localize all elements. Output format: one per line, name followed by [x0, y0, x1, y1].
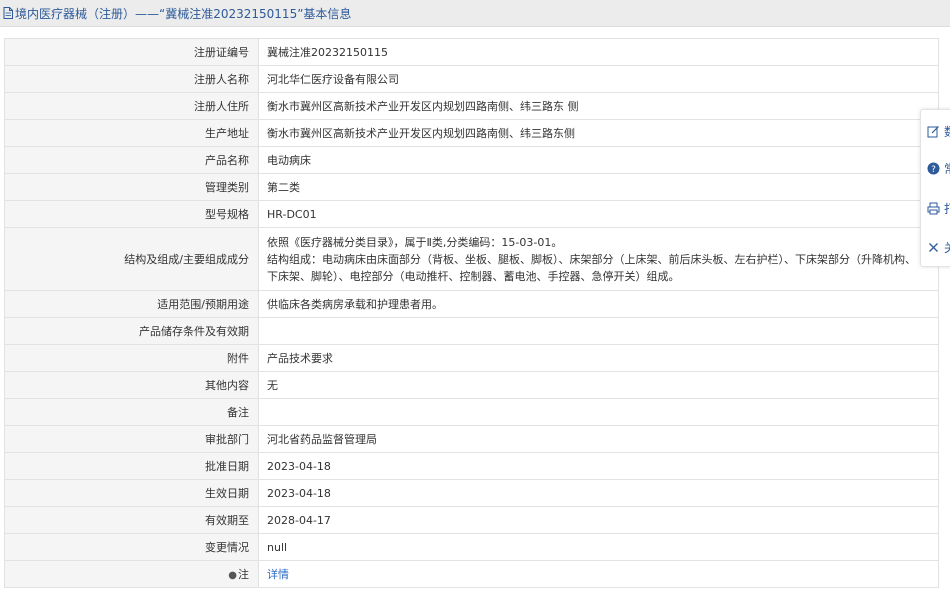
- field-value: [258, 398, 939, 426]
- structure-classification-text: 依照《医疗器械分类目录》，属于Ⅱ类,分类编码：15-03-01。: [267, 235, 563, 249]
- table-row: 附件 产品技术要求: [4, 344, 939, 372]
- field-label: 审批部门: [4, 425, 259, 453]
- field-value: null: [258, 533, 939, 561]
- float-item-help[interactable]: ? 常: [927, 158, 950, 178]
- float-item-label: 关: [944, 239, 950, 256]
- float-item-data[interactable]: 数: [927, 121, 950, 141]
- field-value: 详情: [258, 560, 939, 588]
- table-row: 注册人名称 河北华仁医疗设备有限公司: [4, 65, 939, 93]
- float-item-label: 数: [944, 123, 950, 140]
- table-row: ●注 详情: [4, 560, 939, 588]
- field-label: 结构及组成/主要组成成分: [4, 227, 259, 291]
- svg-text:?: ?: [931, 165, 936, 175]
- field-value: 2028-04-17: [258, 506, 939, 534]
- float-item-close[interactable]: 关: [927, 237, 950, 257]
- table-row: 变更情况 null: [4, 533, 939, 561]
- field-label: 有效期至: [4, 506, 259, 534]
- field-value: 产品技术要求: [258, 344, 939, 372]
- field-label: 产品储存条件及有效期: [4, 317, 259, 345]
- field-label: 生产地址: [4, 119, 259, 147]
- field-label: 注册证编号: [4, 38, 259, 66]
- field-value: 第二类: [258, 173, 939, 201]
- field-label: 产品名称: [4, 146, 259, 174]
- table-row: 批准日期 2023-04-18: [4, 452, 939, 480]
- field-label: 管理类别: [4, 173, 259, 201]
- field-value: 冀械注准20232150115: [258, 38, 939, 66]
- table-row: 其他内容 无: [4, 371, 939, 399]
- table-row: 适用范围/预期用途 供临床各类病房承载和护理患者用。: [4, 290, 939, 318]
- edit-icon: [927, 125, 939, 137]
- table-row: 生效日期 2023-04-18: [4, 479, 939, 507]
- field-value: 2023-04-18: [258, 479, 939, 507]
- float-item-label: 常: [944, 160, 950, 177]
- field-label: 注: [238, 568, 249, 581]
- field-label: 注册人住所: [4, 92, 259, 120]
- table-row: 管理类别 第二类: [4, 173, 939, 201]
- field-value: 2023-04-18: [258, 452, 939, 480]
- field-label: 适用范围/预期用途: [4, 290, 259, 318]
- structure-composition-text: 结构组成：电动病床由床面部分（背板、坐板、腿板、脚板）、床架部分（上床架、前后床…: [267, 252, 916, 283]
- floating-toolbar: 数 ? 常 打 关: [920, 109, 950, 267]
- float-item-print[interactable]: 打: [927, 198, 950, 218]
- field-value: 衡水市冀州区高新技术产业开发区内规划四路南侧、纬三路东 侧: [258, 92, 939, 120]
- field-label: 备注: [4, 398, 259, 426]
- field-value: [258, 317, 939, 345]
- registration-info-table: 注册证编号 冀械注准20232150115 注册人名称 河北华仁医疗设备有限公司…: [4, 38, 939, 588]
- page-title: 境内医疗器械（注册）——“冀械注准20232150115”基本信息: [15, 6, 352, 21]
- close-icon: [929, 242, 938, 252]
- field-value: HR-DC01: [258, 200, 939, 228]
- field-label: 型号规格: [4, 200, 259, 228]
- table-row: 型号规格 HR-DC01: [4, 200, 939, 228]
- table-row: 审批部门 河北省药品监督管理局: [4, 425, 939, 453]
- field-value: 河北省药品监督管理局: [258, 425, 939, 453]
- field-value: 河北华仁医疗设备有限公司: [258, 65, 939, 93]
- field-label: 批准日期: [4, 452, 259, 480]
- help-icon: ?: [927, 162, 940, 175]
- table-row: 产品名称 电动病床: [4, 146, 939, 174]
- details-link[interactable]: 详情: [267, 568, 289, 581]
- table-row: 生产地址 衡水市冀州区高新技术产业开发区内规划四路南侧、纬三路东侧: [4, 119, 939, 147]
- pin-icon: ●: [228, 570, 237, 581]
- table-row: 结构及组成/主要组成成分 依照《医疗器械分类目录》，属于Ⅱ类,分类编码：15-0…: [4, 227, 939, 291]
- page-title-bar: 境内医疗器械（注册）——“冀械注准20232150115”基本信息: [0, 0, 950, 27]
- note-label-cell: ●注: [4, 560, 259, 588]
- table-row: 备注: [4, 398, 939, 426]
- field-value: 供临床各类病房承载和护理患者用。: [258, 290, 939, 318]
- field-label: 变更情况: [4, 533, 259, 561]
- field-value: 衡水市冀州区高新技术产业开发区内规划四路南侧、纬三路东侧: [258, 119, 939, 147]
- field-value: 无: [258, 371, 939, 399]
- table-row: 产品储存条件及有效期: [4, 317, 939, 345]
- field-label: 附件: [4, 344, 259, 372]
- field-label: 注册人名称: [4, 65, 259, 93]
- field-value: 依照《医疗器械分类目录》，属于Ⅱ类,分类编码：15-03-01。 结构组成：电动…: [258, 227, 939, 291]
- field-label: 生效日期: [4, 479, 259, 507]
- field-value: 电动病床: [258, 146, 939, 174]
- document-icon: [3, 7, 13, 19]
- print-icon: [927, 202, 940, 214]
- float-item-label: 打: [944, 200, 950, 217]
- table-row: 注册证编号 冀械注准20232150115: [4, 38, 939, 66]
- table-row: 注册人住所 衡水市冀州区高新技术产业开发区内规划四路南侧、纬三路东 侧: [4, 92, 939, 120]
- field-label: 其他内容: [4, 371, 259, 399]
- table-row: 有效期至 2028-04-17: [4, 506, 939, 534]
